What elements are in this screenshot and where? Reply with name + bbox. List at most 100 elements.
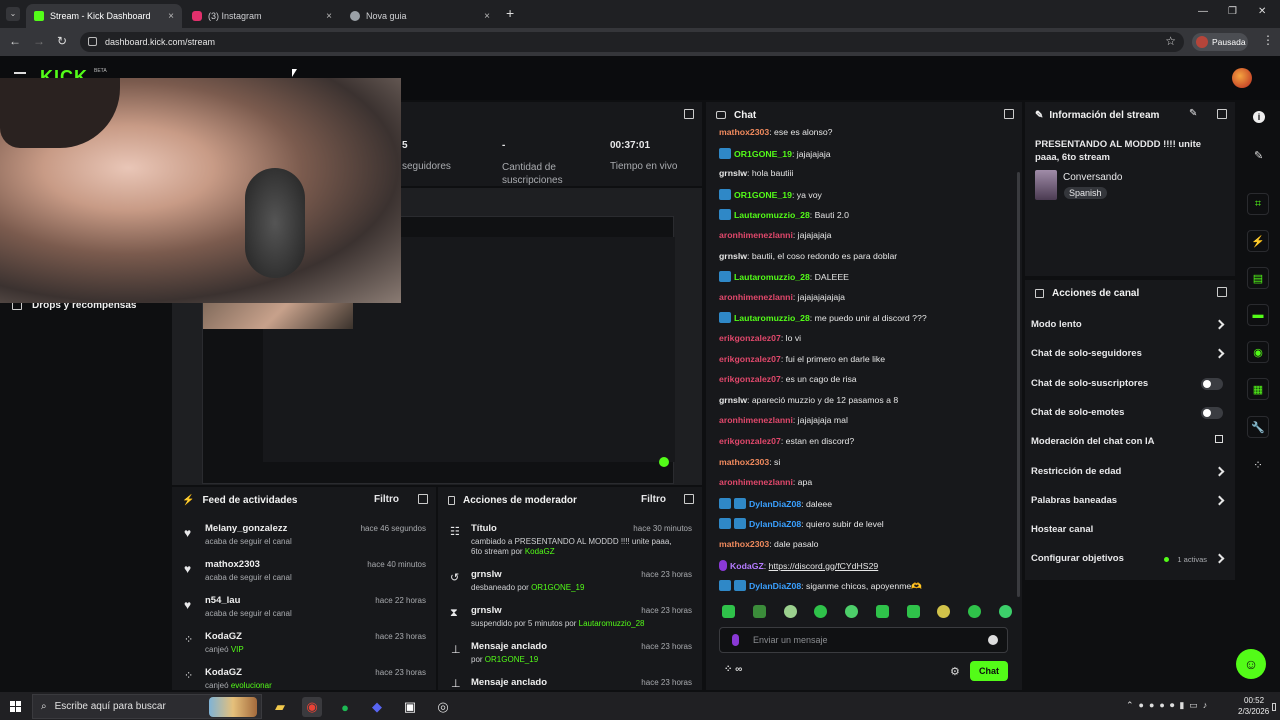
emote-icon[interactable] [998, 605, 1012, 618]
address-bar[interactable]: dashboard.kick.com/stream ☆ [80, 32, 1184, 52]
reload-icon[interactable]: ↻ [57, 34, 67, 48]
channel-action-item[interactable]: Chat de solo-seguidores [1025, 343, 1235, 365]
clock-date[interactable]: 2/3/2026 [1238, 707, 1269, 716]
close-window-button[interactable]: ✕ [1258, 6, 1266, 17]
channel-action-item[interactable]: Hostear canal [1025, 519, 1235, 541]
chat-send-button[interactable]: Chat [970, 661, 1008, 681]
tab-instagram[interactable]: (3) Instagram × [184, 4, 340, 28]
chat-username[interactable]: grnslw [719, 395, 747, 405]
info-icon[interactable]: i [1253, 111, 1265, 123]
chat-points-button[interactable]: ⁘ ∞ [724, 664, 742, 675]
taskbar-search[interactable]: ⌕ Escribe aquí para buscar [32, 694, 262, 719]
chat-username[interactable]: aronhimenezlanni [719, 477, 793, 487]
chat-username[interactable]: grnslw [719, 251, 747, 261]
emote-icon[interactable] [968, 605, 982, 618]
expand-icon[interactable] [1217, 287, 1227, 297]
site-info-icon[interactable] [88, 37, 97, 46]
expand-icon[interactable] [418, 494, 428, 504]
chat-username[interactable]: mathox2303 [719, 539, 769, 549]
chat-username[interactable]: erikgonzalez07 [719, 354, 781, 364]
bookmark-star-icon[interactable]: ☆ [1165, 34, 1176, 48]
back-icon[interactable]: ← [9, 34, 21, 48]
channel-action-item[interactable]: Moderación del chat con IA [1025, 431, 1235, 453]
channel-action-item[interactable]: Chat de solo-suscriptores [1025, 373, 1235, 395]
chat-username[interactable]: DylanDiaZ08 [749, 499, 801, 509]
lightning-icon[interactable]: ⚡ [1247, 230, 1269, 252]
activity-filter-button[interactable]: Filtro [374, 494, 399, 505]
emote-icon[interactable] [722, 605, 735, 618]
chat-username[interactable]: aronhimenezlanni [719, 230, 793, 240]
chat-username[interactable]: erikgonzalez07 [719, 374, 781, 384]
emote-icon[interactable] [814, 605, 828, 618]
tab-close-icon[interactable]: × [168, 11, 174, 22]
channel-action-item[interactable]: Palabras baneadas [1025, 490, 1235, 512]
file-explorer-icon[interactable]: ▰ [270, 697, 290, 717]
chat-username[interactable]: grnslw [719, 168, 747, 178]
chat-username[interactable]: mathox2303 [719, 457, 769, 467]
chat-username[interactable]: aronhimenezlanni [719, 415, 793, 425]
obs-icon[interactable]: ◎ [433, 697, 453, 717]
pencil-icon[interactable]: ✎ [1254, 149, 1263, 162]
dashboard-icon[interactable]: ▦ [1247, 378, 1269, 400]
chat-username[interactable]: KodaGZ [730, 561, 764, 571]
chat-link[interactable]: https://discord.gg/fCYdHS29 [769, 561, 879, 571]
emote-icon[interactable] [845, 605, 859, 618]
chat-username[interactable]: Lautaromuzzio_28 [734, 313, 810, 323]
expand-icon[interactable] [684, 109, 694, 119]
toggle-switch[interactable] [1201, 406, 1223, 419]
tab-search-icon[interactable]: ⌄ [6, 7, 20, 21]
tab-kick-dashboard[interactable]: Stream - Kick Dashboard × [26, 4, 182, 28]
expand-icon[interactable] [1217, 109, 1227, 119]
chat-username[interactable]: erikgonzalez07 [719, 333, 781, 343]
activity-user[interactable]: mathox2303 [205, 559, 260, 570]
document-icon[interactable]: ▤ [1247, 267, 1269, 289]
spotify-icon[interactable]: ● [335, 697, 355, 717]
mod-actor[interactable]: Lautaromuzzio_28 [579, 619, 645, 628]
forward-icon[interactable]: → [33, 34, 45, 48]
chat-messages[interactable]: mathox2303: ese es alonso? OR1GONE_19: ja… [719, 126, 1015, 600]
chrome-icon[interactable]: ◉ [302, 697, 322, 717]
system-tray[interactable]: ⌃●●●⏺▮▭♪ [1126, 700, 1212, 711]
wrench-icon[interactable]: 🔧 [1247, 416, 1269, 438]
tab-close-icon[interactable]: × [484, 11, 490, 22]
chat-username[interactable]: mathox2303 [719, 127, 769, 137]
chat-username[interactable]: OR1GONE_19 [734, 190, 792, 200]
mod-actor[interactable]: KodaGZ [525, 547, 555, 556]
maximize-button[interactable]: ❐ [1228, 6, 1237, 17]
emote-icon[interactable] [752, 605, 766, 618]
category-name[interactable]: Conversando [1063, 172, 1122, 183]
emote-icon[interactable] [937, 605, 951, 618]
microphone-icon[interactable] [732, 634, 739, 646]
channel-action-item[interactable]: Restricción de edad [1025, 461, 1235, 483]
mod-filter-button[interactable]: Filtro [641, 494, 666, 505]
new-tab-button[interactable]: + [506, 5, 514, 21]
profile-button[interactable]: Pausada [1192, 33, 1248, 51]
broadcast-icon[interactable]: ◉ [1247, 341, 1269, 363]
user-avatar[interactable] [1232, 68, 1252, 88]
tab-close-icon[interactable]: × [326, 11, 332, 22]
activity-user[interactable]: Melany_gonzalezz [205, 523, 287, 534]
expand-icon[interactable] [684, 494, 694, 504]
mod-actor[interactable]: OR1GONE_19 [531, 583, 584, 592]
chat-scrollbar[interactable] [1017, 172, 1020, 597]
discord-icon[interactable]: ◆ [367, 697, 387, 717]
minimize-button[interactable]: — [1198, 6, 1208, 17]
channel-action-item[interactable]: Configurar objetivos 1 activas [1025, 548, 1235, 570]
browser-menu-icon[interactable]: ⋮ [1262, 33, 1274, 47]
emote-icon[interactable] [906, 605, 920, 618]
support-chat-button[interactable]: ☺ [1236, 649, 1266, 679]
start-button[interactable] [10, 701, 21, 712]
activity-user[interactable]: KodaGZ [205, 631, 242, 642]
chat-username[interactable]: OR1GONE_19 [734, 149, 792, 159]
emoji-icon[interactable] [988, 635, 998, 645]
notifications-icon[interactable] [1272, 703, 1276, 711]
channel-action-item[interactable]: Chat de solo-emotes [1025, 402, 1235, 424]
edit-stream-info-icon[interactable]: ✎ [1189, 108, 1197, 119]
activity-user[interactable]: KodaGZ [205, 667, 242, 678]
tab-new-tab[interactable]: Nova guia × [342, 4, 498, 28]
fullscreen-icon[interactable]: ⌗ [1247, 193, 1269, 215]
chat-icon[interactable]: ▬ [1247, 304, 1269, 326]
clock-time[interactable]: 00:52 [1244, 696, 1264, 705]
chat-username[interactable]: Lautaromuzzio_28 [734, 272, 810, 282]
chat-input[interactable]: Enviar un mensaje [719, 627, 1008, 653]
